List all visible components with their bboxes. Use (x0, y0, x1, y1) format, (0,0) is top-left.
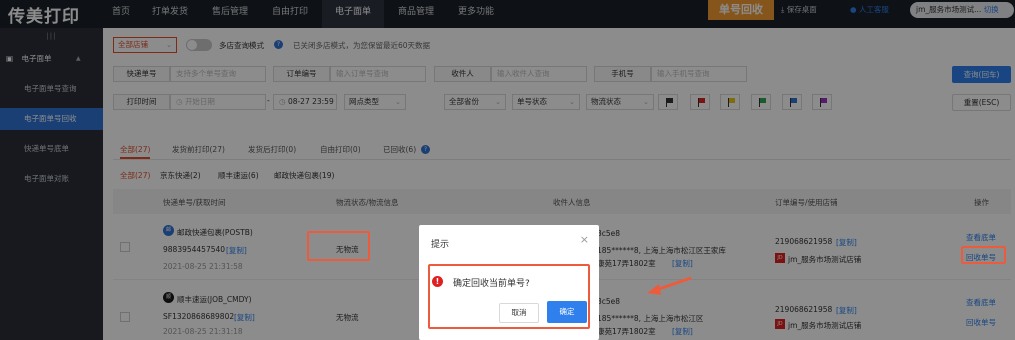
dialog-title: 提示 (431, 240, 450, 250)
highlight-recycle-link (961, 246, 1006, 264)
highlight-dialog (428, 264, 590, 329)
highlight-logistics (307, 231, 370, 261)
close-icon[interactable]: × (580, 233, 589, 246)
annotation-arrow (647, 276, 692, 295)
